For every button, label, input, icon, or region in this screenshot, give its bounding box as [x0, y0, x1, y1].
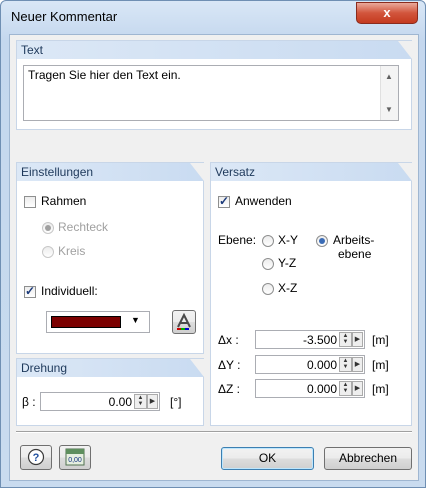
scroll-down-icon[interactable]: ▼ — [385, 105, 393, 114]
close-icon: x — [383, 5, 391, 20]
work-plane-label-line2: ebene — [338, 247, 372, 261]
units-button[interactable]: 0,00 — [59, 445, 91, 470]
dx-label: Δx : — [218, 333, 239, 347]
cancel-button[interactable]: Abbrechen — [324, 447, 412, 470]
dialog-body: Text Tragen Sie hier den Text ein. ▲ ▼ E… — [9, 34, 419, 481]
dy-unit: [m] — [372, 358, 389, 372]
text-group: Text Tragen Sie hier den Text ein. ▲ ▼ — [16, 40, 412, 130]
beta-value: 0.00 — [108, 395, 132, 409]
dy-spinner[interactable]: ▲ ▼ — [339, 357, 352, 372]
work-plane-radio[interactable] — [316, 235, 328, 247]
text-color-button[interactable] — [172, 310, 196, 334]
beta-unit: [°] — [170, 395, 182, 409]
dx-value: -3.500 — [302, 333, 337, 347]
chevron-down-icon: ▼ — [131, 315, 140, 325]
dy-input[interactable]: 0.000 ▲ ▼ ▶ — [255, 355, 365, 374]
comment-text-input[interactable]: Tragen Sie hier den Text ein. ▲ ▼ — [23, 65, 399, 121]
svg-text:?: ? — [33, 452, 40, 464]
rechteck-radio[interactable] — [42, 222, 54, 234]
dz-value: 0.000 — [306, 382, 337, 396]
beta-arrow-button[interactable]: ▶ — [147, 394, 158, 409]
dx-unit: [m] — [372, 333, 389, 347]
beta-input[interactable]: 0.00 ▲ ▼ ▶ — [40, 392, 160, 411]
dx-input[interactable]: -3.500 ▲ ▼ ▶ — [255, 330, 365, 349]
plane-xz-radio[interactable] — [262, 283, 274, 295]
dy-arrow-button[interactable]: ▶ — [352, 357, 363, 372]
help-icon: ? — [27, 448, 45, 466]
rechteck-label: Rechteck — [58, 220, 109, 234]
settings-group-header: Einstellungen — [17, 163, 204, 181]
anwenden-checkbox[interactable] — [218, 194, 230, 208]
dz-spinner[interactable]: ▲ ▼ — [339, 381, 352, 396]
kreis-label: Kreis — [58, 244, 86, 258]
ok-button[interactable]: OK — [221, 447, 314, 470]
color-dropdown[interactable]: ▼ — [46, 311, 150, 333]
kreis-radio[interactable] — [42, 246, 54, 258]
plane-xy-radio[interactable] — [262, 235, 274, 247]
individuell-label: Individuell: — [41, 284, 98, 298]
beta-spinner[interactable]: ▲ ▼ — [134, 394, 147, 409]
svg-text:0,00: 0,00 — [68, 457, 82, 464]
comment-text-value: Tragen Sie hier den Text ein. — [28, 68, 181, 82]
plane-yz-label: Y-Z — [278, 256, 297, 270]
help-button[interactable]: ? — [20, 445, 52, 470]
work-plane-label-line1: Arbeits- — [333, 233, 375, 247]
individuell-checkbox[interactable] — [24, 284, 36, 298]
dy-label: ΔY : — [218, 358, 241, 372]
window-title: Neuer Kommentar — [11, 9, 118, 24]
rahmen-label: Rahmen — [41, 194, 87, 208]
dx-arrow-button[interactable]: ▶ — [352, 332, 363, 347]
rotation-group-header: Drehung — [17, 359, 204, 377]
plane-xy-label: X-Y — [278, 233, 299, 247]
dx-spinner[interactable]: ▲ ▼ — [339, 332, 352, 347]
offset-group-header: Versatz — [211, 163, 412, 181]
dy-value: 0.000 — [306, 358, 337, 372]
title-bar[interactable]: Neuer Kommentar x — [1, 1, 425, 33]
color-swatch — [51, 316, 121, 328]
dz-input[interactable]: 0.000 ▲ ▼ ▶ — [255, 379, 365, 398]
dz-arrow-button[interactable]: ▶ — [352, 381, 363, 396]
text-group-header: Text — [17, 41, 412, 59]
dz-unit: [m] — [372, 382, 389, 396]
text-scrollbar[interactable]: ▲ ▼ — [380, 66, 398, 120]
dialog-window: Neuer Kommentar x Text Tragen Sie hier d… — [0, 0, 426, 488]
dz-label: ΔZ : — [218, 382, 241, 396]
close-button[interactable]: x — [356, 2, 418, 24]
rahmen-checkbox[interactable] — [24, 196, 36, 208]
anwenden-label: Anwenden — [235, 194, 292, 208]
units-icon: 0,00 — [65, 448, 85, 466]
footer-separator — [16, 431, 412, 433]
plane-label: Ebene: — [218, 233, 257, 247]
plane-yz-radio[interactable] — [262, 258, 274, 270]
scroll-up-icon[interactable]: ▲ — [385, 72, 393, 81]
text-color-icon — [177, 313, 191, 330]
beta-label: β : — [22, 395, 36, 409]
plane-xz-label: X-Z — [278, 281, 298, 295]
